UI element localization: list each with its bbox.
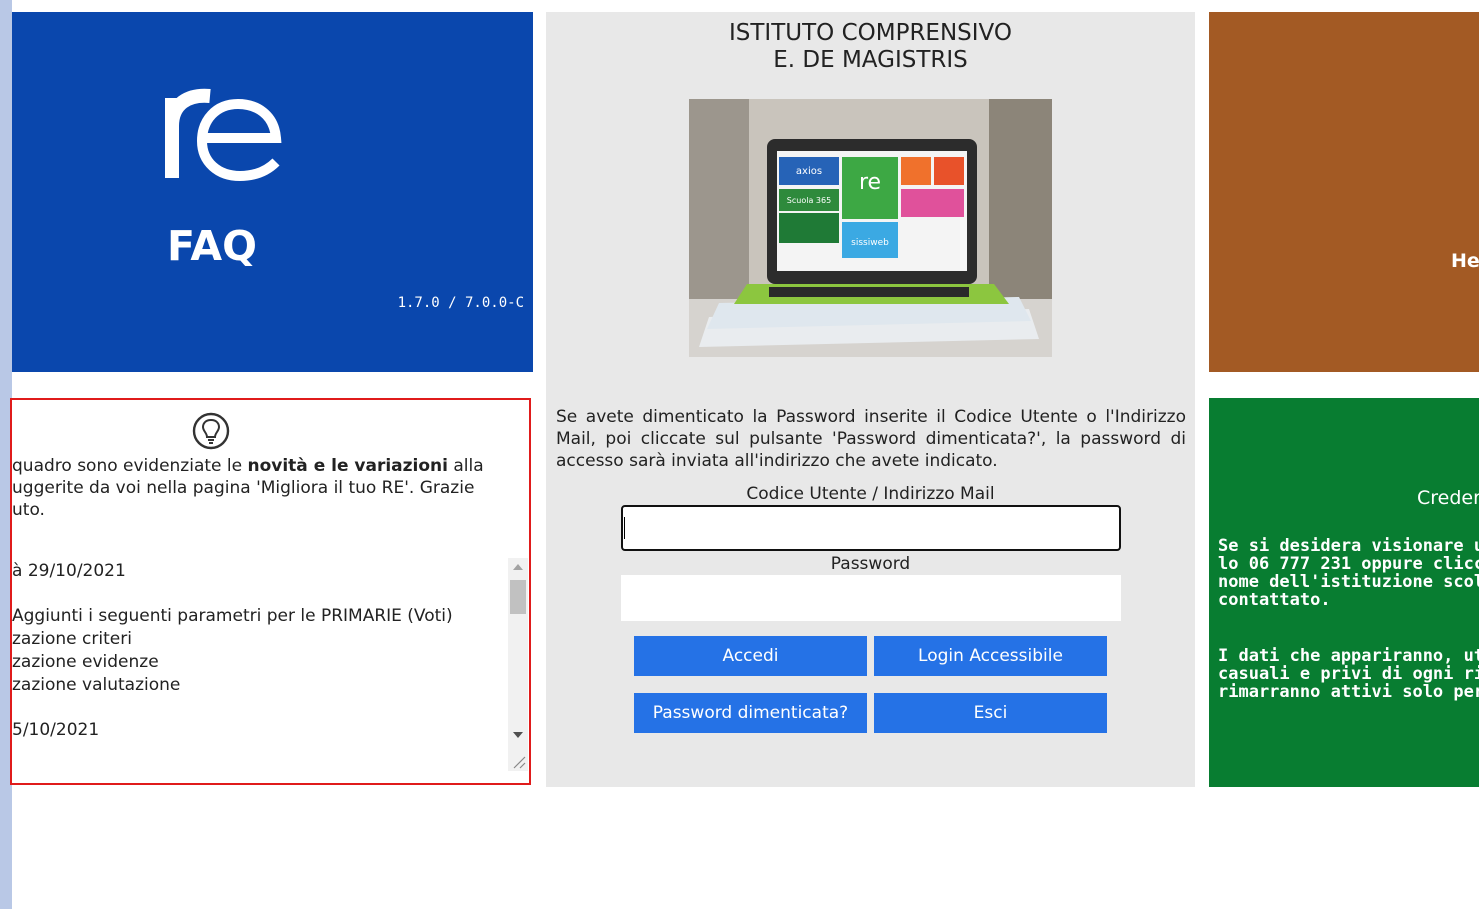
version-label: 1.7.0 / 7.0.0-C <box>397 295 524 311</box>
credentials-paragraph-2: I dati che appariranno, util casuali e p… <box>1218 646 1479 702</box>
news-intro: quadro sono evidenziate le novità e le v… <box>12 456 484 520</box>
svg-text:Scuola 365: Scuola 365 <box>787 196 831 205</box>
list-item: Aggiunti i seguenti parametri per le PRI… <box>12 606 453 626</box>
user-field-label: Codice Utente / Indirizzo Mail <box>746 484 995 504</box>
text-caret <box>624 517 625 539</box>
credentials-title: Creder <box>1417 487 1479 509</box>
login-accessibile-button[interactable]: Login Accessibile <box>874 636 1107 676</box>
login-panel: ISTITUTO COMPRENSIVO E. DE MAGISTRIS axi… <box>546 12 1195 787</box>
resize-handle-icon[interactable] <box>510 755 526 769</box>
password-input[interactable] <box>621 575 1121 621</box>
scrollbar-thumb[interactable] <box>510 580 526 614</box>
credentials-paragraph-1: Se si desidera visionare un lo 06 777 23… <box>1218 536 1479 610</box>
svg-text:re: re <box>859 170 881 195</box>
help-tile[interactable]: He <box>1209 12 1479 372</box>
help-tile-label: He <box>1451 250 1479 272</box>
list-item: zazione evidenze <box>12 652 159 672</box>
school-name: ISTITUTO COMPRENSIVO E. DE MAGISTRIS <box>729 20 1012 73</box>
faq-tile[interactable]: FAQ 1.7.0 / 7.0.0-C <box>12 12 533 372</box>
accedi-button[interactable]: Accedi <box>634 636 867 676</box>
password-dimenticata-button[interactable]: Password dimenticata? <box>634 693 867 733</box>
news-box: quadro sono evidenziate le novità e le v… <box>10 398 531 785</box>
news-scrollbar[interactable] <box>508 558 528 771</box>
list-item: zazione valutazione <box>12 675 181 695</box>
password-field-label: Password <box>830 554 911 574</box>
laptop-image: axios re Scuola 365 sissiweb <box>689 99 1052 357</box>
user-code-input[interactable] <box>621 505 1121 551</box>
list-item: zazione criteri <box>12 629 132 649</box>
lightbulb-icon <box>192 412 230 450</box>
svg-text:sissiweb: sissiweb <box>851 238 889 248</box>
scroll-up-arrow-icon[interactable] <box>513 564 523 570</box>
scroll-down-arrow-icon[interactable] <box>513 732 523 738</box>
list-item: à 29/10/2021 <box>12 561 126 581</box>
forgot-password-help: Se avete dimenticato la Password inserit… <box>556 407 1186 471</box>
faq-title: FAQ <box>167 222 257 270</box>
list-item: 5/10/2021 <box>12 720 100 740</box>
svg-text:axios: axios <box>796 166 822 177</box>
credentials-tile[interactable]: Creder Se si desidera visionare un lo 06… <box>1209 398 1479 787</box>
esci-button[interactable]: Esci <box>874 693 1107 733</box>
re-logo <box>165 88 282 182</box>
news-list[interactable]: à 29/10/2021 Aggiunti i seguenti paramet… <box>12 560 507 770</box>
